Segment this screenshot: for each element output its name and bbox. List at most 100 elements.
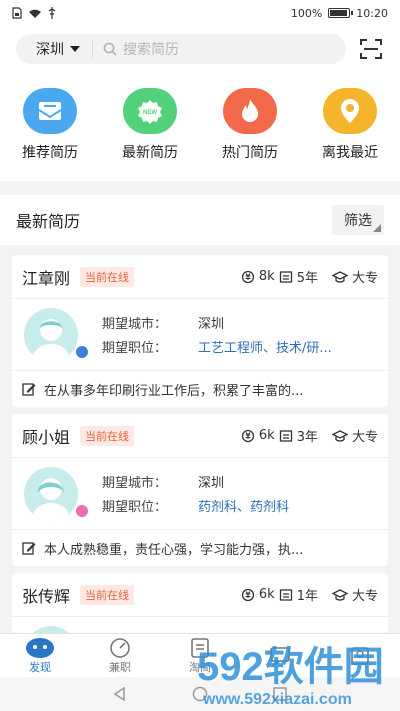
candidate-info: 期望城市： 深圳 期望职位： 工艺工程师、技术/研... xyxy=(102,311,332,359)
sim-icon xyxy=(12,7,22,19)
filter-button[interactable]: 筛选 xyxy=(332,205,384,235)
watermark: 592软件园 www.592xiazai.com xyxy=(195,628,400,711)
watermark-brand: 592软件园 xyxy=(197,645,384,689)
female-gender-icon xyxy=(74,502,90,519)
battery-percent: 100% xyxy=(290,6,323,20)
usb-icon xyxy=(48,7,56,19)
candidate-name: 顾小姐 xyxy=(22,427,71,447)
salary-icon xyxy=(241,270,255,283)
clock: 10:20 xyxy=(356,6,388,20)
position-field-label: 期望职位： xyxy=(102,341,168,356)
experience-value: 5年 xyxy=(296,271,318,286)
quick-link-nearby[interactable]: 离我最近 xyxy=(300,88,400,162)
discover-icon xyxy=(26,637,54,658)
experience-value: 3年 xyxy=(296,430,318,445)
quick-link-label: 热门简历 xyxy=(222,145,278,161)
new-badge-icon: NEW xyxy=(123,88,177,134)
resume-description: 本人成熟稳重，责任心强，学习能力强，执... xyxy=(12,530,388,566)
avatar-wrap xyxy=(24,466,92,521)
envelope-icon xyxy=(23,88,77,134)
experience-icon xyxy=(279,588,292,601)
resume-card[interactable]: 江章刚 当前在线 8k 5年 大专 期望城市： 深圳 期望职位： 工艺工程师、技术/… xyxy=(12,255,388,407)
flame-icon xyxy=(223,88,277,134)
salary-icon xyxy=(241,429,255,442)
description-text: 本人成熟稳重，责任心强，学习能力强，执... xyxy=(44,542,304,558)
experience-value: 1年 xyxy=(296,589,318,604)
quick-link-label: 推荐简历 xyxy=(22,145,78,161)
resume-card-body: 期望城市： 深圳 期望职位： 工艺工程师、技术/研... xyxy=(12,299,388,371)
tab-discover[interactable]: 发现 xyxy=(0,634,80,677)
section-header: 最新简历 筛选 xyxy=(0,195,400,245)
education-value: 大专 xyxy=(351,271,378,286)
back-icon[interactable] xyxy=(112,686,128,702)
expected-position: 工艺工程师、技术/研... xyxy=(198,341,332,356)
candidate-info: 期望城市： 深圳 期望职位： 药剂科、药剂科 xyxy=(102,470,289,518)
status-icons-right: 100% 10:20 xyxy=(291,7,388,20)
search-bar: 深圳 搜索简历 xyxy=(16,34,346,64)
candidate-name: 江章刚 xyxy=(22,268,71,288)
salary-icon xyxy=(241,588,255,601)
quick-link-label: 离我最近 xyxy=(322,145,378,161)
edit-icon xyxy=(22,383,36,396)
avatar-wrap xyxy=(24,625,92,633)
education-icon xyxy=(331,270,348,283)
status-bar: 100% 10:20 xyxy=(0,0,400,26)
resume-card[interactable]: 张传辉 当前在线 6k 1年 大专 期望城市：深圳 xyxy=(12,573,388,633)
location-pin-icon xyxy=(323,88,377,134)
online-badge: 当前在线 xyxy=(80,266,135,287)
watermark-url: www.592xiazai.com xyxy=(202,691,352,708)
education-value: 大专 xyxy=(351,430,378,445)
tab-label: 兼职 xyxy=(109,660,131,674)
salary-value: 8k xyxy=(258,269,275,284)
online-badge: 当前在线 xyxy=(80,425,135,446)
salary-value: 6k xyxy=(258,587,275,602)
battery-icon xyxy=(328,8,354,18)
city-field-label: 期望城市： xyxy=(102,476,168,491)
quick-link-label: 最新简历 xyxy=(122,145,178,161)
resume-card-header: 顾小姐 当前在线 6k 3年 大专 xyxy=(12,414,388,458)
search-icon xyxy=(103,42,117,56)
resume-description: 在从事多年印刷行业工作后，积累了丰富的... xyxy=(12,371,388,407)
avatar xyxy=(24,625,78,633)
avatar-wrap xyxy=(24,307,92,362)
resume-card-header: 张传辉 当前在线 6k 1年 大专 xyxy=(12,573,388,617)
top-panel: 深圳 搜索简历 推荐简历 NEW 最新简历 热门简历 离我最近 xyxy=(0,26,400,181)
resume-card-header: 江章刚 当前在线 8k 5年 大专 xyxy=(12,255,388,299)
section-title: 最新简历 xyxy=(16,212,81,231)
wifi-icon xyxy=(29,9,41,18)
candidate-stats: 6k 3年 大专 xyxy=(241,426,378,445)
expected-position: 药剂科、药剂科 xyxy=(198,500,290,515)
quick-link-hot[interactable]: 热门简历 xyxy=(200,88,300,162)
education-icon xyxy=(331,429,348,442)
quick-link-newest[interactable]: NEW 最新简历 xyxy=(100,88,200,162)
tab-parttime[interactable]: 兼职 xyxy=(80,634,160,677)
expected-city: 深圳 xyxy=(198,317,225,332)
search-placeholder: 搜索简历 xyxy=(123,42,179,58)
quick-link-recommended[interactable]: 推荐简历 xyxy=(0,88,100,162)
edit-icon xyxy=(22,542,36,555)
description-text: 在从事多年印刷行业工作后，积累了丰富的... xyxy=(44,383,304,399)
online-badge: 当前在线 xyxy=(80,584,135,605)
avatar xyxy=(24,466,78,521)
salary-value: 6k xyxy=(258,428,275,443)
avatar xyxy=(24,307,78,362)
city-label: 深圳 xyxy=(36,42,64,58)
expected-city: 深圳 xyxy=(198,476,225,491)
male-gender-icon xyxy=(74,343,90,360)
city-selector[interactable]: 深圳 xyxy=(16,40,93,58)
svg-text:NEW: NEW xyxy=(143,110,157,116)
quick-links: 推荐简历 NEW 最新简历 热门简历 离我最近 xyxy=(0,88,400,162)
education-value: 大专 xyxy=(351,589,378,604)
candidate-name: 张传辉 xyxy=(22,586,71,606)
search-input[interactable]: 搜索简历 xyxy=(93,39,179,59)
position-field-label: 期望职位： xyxy=(102,500,168,515)
education-icon xyxy=(331,588,348,601)
status-icons-left xyxy=(12,7,56,19)
experience-icon xyxy=(279,429,292,442)
scan-icon[interactable] xyxy=(360,39,382,59)
city-field-label: 期望城市： xyxy=(102,317,168,332)
candidate-stats: 8k 5年 大专 xyxy=(241,267,378,286)
resume-card-body: 期望城市： 深圳 期望职位： 药剂科、药剂科 xyxy=(12,458,388,530)
resume-card[interactable]: 顾小姐 当前在线 6k 3年 大专 期望城市： 深圳 期望职位： 药剂科、药剂科 本… xyxy=(12,414,388,566)
tab-label: 发现 xyxy=(29,660,51,674)
